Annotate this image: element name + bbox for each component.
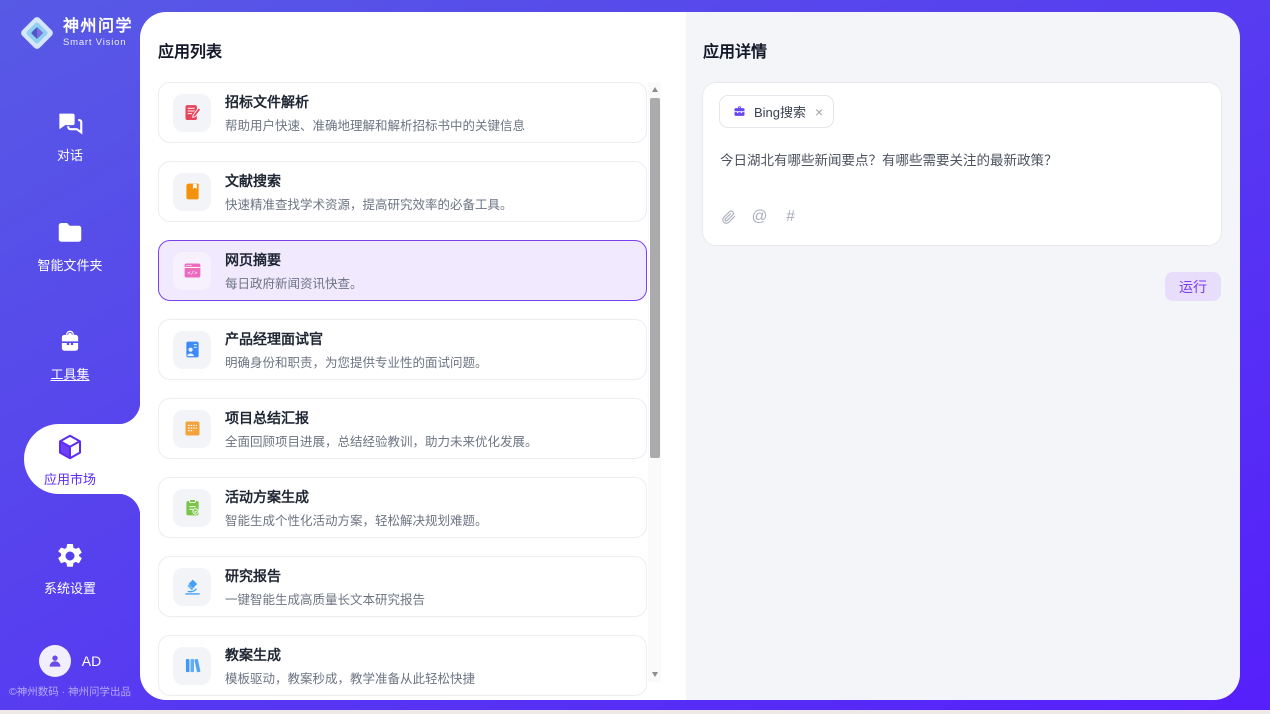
app-detail-title: 应用详情	[703, 38, 767, 62]
sidebar-item-app-market[interactable]: 应用市场	[0, 432, 140, 488]
app-card-desc: 智能生成个性化活动方案，轻松解决规划难题。	[225, 510, 488, 529]
scrollbar-up-arrow[interactable]	[648, 83, 661, 96]
scrollbar[interactable]	[648, 82, 661, 682]
sidebar-footer: ©神州数码 · 神州问学出品	[0, 684, 140, 699]
microscope-icon	[173, 568, 211, 606]
app-card-title: 招标文件解析	[225, 92, 525, 112]
app-card[interactable]: </> 网页摘要每日政府新闻资讯快查。	[158, 240, 647, 301]
app-card[interactable]: 文献搜索快速精准查找学术资源，提高研究效率的必备工具。	[158, 161, 647, 222]
composer-toolbar: @#	[720, 208, 799, 225]
main-shell: 应用列表 招标文件解析帮助用户快速、准确地理解和解析招标书中的关键信息文献搜索快…	[140, 12, 1240, 700]
brand-subtitle: Smart Vision	[63, 37, 133, 48]
app-card[interactable]: 项目总结汇报全面回顾项目进展，总结经验教训，助力未来优化发展。	[158, 398, 647, 459]
app-card-title: 活动方案生成	[225, 487, 488, 507]
app-card-title: 网页摘要	[225, 250, 363, 270]
app-card-desc: 快速精准查找学术资源，提高研究效率的必备工具。	[225, 194, 513, 213]
paperclip-icon[interactable]	[720, 208, 737, 225]
scrollbar-down-arrow[interactable]	[648, 668, 661, 681]
sidebar-item-label: 智能文件夹	[37, 255, 102, 274]
briefcase-icon	[732, 104, 747, 119]
app-card-title: 项目总结汇报	[225, 408, 538, 428]
at-icon[interactable]: @	[751, 208, 768, 225]
app-card-desc: 明确身份和职责，为您提供专业性的面试问题。	[225, 352, 488, 371]
app-card[interactable]: 产品经理面试官明确身份和职责，为您提供专业性的面试问题。	[158, 319, 647, 380]
book-icon	[173, 173, 211, 211]
composer-card[interactable]: Bing搜索 × 今日湖北有哪些新闻要点？有哪些需要关注的最新政策？ @#	[702, 82, 1222, 246]
interviewer-icon	[173, 331, 211, 369]
user-avatar-icon	[46, 652, 64, 670]
sidebar: 神州问学 Smart Vision 对话 智能文件夹 工具集 应用市场 系统设置	[0, 0, 140, 710]
sidebar-item-chat[interactable]: 对话	[0, 108, 140, 164]
avatar	[39, 645, 71, 677]
app-card-desc: 一键智能生成高质量长文本研究报告	[225, 589, 425, 608]
bottom-strip	[0, 710, 1270, 714]
app-card-desc: 每日政府新闻资讯快查。	[225, 273, 363, 292]
user-label: AD	[82, 653, 101, 669]
app-card-title: 文献搜索	[225, 171, 513, 191]
run-button[interactable]: 运行	[1165, 272, 1221, 301]
folder-icon	[55, 218, 85, 248]
app-card-title: 产品经理面试官	[225, 329, 488, 349]
tool-tag-bing-search[interactable]: Bing搜索 ×	[719, 95, 834, 128]
svg-text:</>: </>	[187, 271, 198, 277]
query-text[interactable]: 今日湖北有哪些新闻要点？有哪些需要关注的最新政策？	[720, 151, 1205, 171]
app-card[interactable]: 活动方案生成智能生成个性化活动方案，轻松解决规划难题。	[158, 477, 647, 538]
toolbox-icon	[55, 327, 85, 357]
app-list-title: 应用列表	[158, 38, 222, 62]
gear-icon	[55, 541, 85, 571]
brand-name: 神州问学	[63, 18, 133, 36]
app-list: 招标文件解析帮助用户快速、准确地理解和解析招标书中的关键信息文献搜索快速精准查找…	[158, 82, 647, 700]
sidebar-item-label: 系统设置	[44, 578, 96, 597]
brand: 神州问学 Smart Vision	[18, 14, 133, 52]
app-card[interactable]: 招标文件解析帮助用户快速、准确地理解和解析招标书中的关键信息	[158, 82, 647, 143]
cube-icon	[55, 432, 85, 462]
bid-document-icon	[173, 94, 211, 132]
sidebar-item-smart-folders[interactable]: 智能文件夹	[0, 218, 140, 274]
app-window: 神州问学 Smart Vision 对话 智能文件夹 工具集 应用市场 系统设置	[0, 0, 1270, 710]
app-card-title: 研究报告	[225, 566, 425, 586]
app-card[interactable]: 教案生成模板驱动，教案秒成，教学准备从此轻松快捷	[158, 635, 647, 696]
app-list-panel: 应用列表 招标文件解析帮助用户快速、准确地理解和解析招标书中的关键信息文献搜索快…	[140, 12, 686, 700]
sidebar-item-toolset[interactable]: 工具集	[0, 327, 140, 383]
app-detail-panel: 应用详情 Bing搜索 × 今日湖北有哪些新闻要点？有哪些需要关注的最新政策？ …	[686, 12, 1240, 700]
sidebar-item-system-settings[interactable]: 系统设置	[0, 541, 140, 597]
tool-tag-label: Bing搜索	[754, 102, 806, 121]
diamond-logo-icon	[18, 14, 56, 52]
web-code-icon: </>	[173, 252, 211, 290]
sidebar-item-label: 应用市场	[44, 469, 96, 488]
sidebar-item-label: 工具集	[50, 364, 89, 383]
chat-icon	[55, 108, 85, 138]
app-card-desc: 帮助用户快速、准确地理解和解析招标书中的关键信息	[225, 115, 525, 134]
plan-clipboard-icon	[173, 489, 211, 527]
tag-close-icon[interactable]: ×	[815, 105, 823, 119]
scrollbar-thumb[interactable]	[650, 98, 660, 458]
app-card-desc: 全面回顾项目进展，总结经验教训，助力未来优化发展。	[225, 431, 538, 450]
app-card-desc: 模板驱动，教案秒成，教学准备从此轻松快捷	[225, 668, 475, 687]
sidebar-item-label: 对话	[57, 145, 83, 164]
summary-note-icon	[173, 410, 211, 448]
books-icon	[173, 647, 211, 685]
app-card[interactable]: 研究报告一键智能生成高质量长文本研究报告	[158, 556, 647, 617]
hash-icon[interactable]: #	[782, 208, 799, 225]
app-card-title: 教案生成	[225, 645, 475, 665]
user-account[interactable]: AD	[0, 645, 140, 677]
